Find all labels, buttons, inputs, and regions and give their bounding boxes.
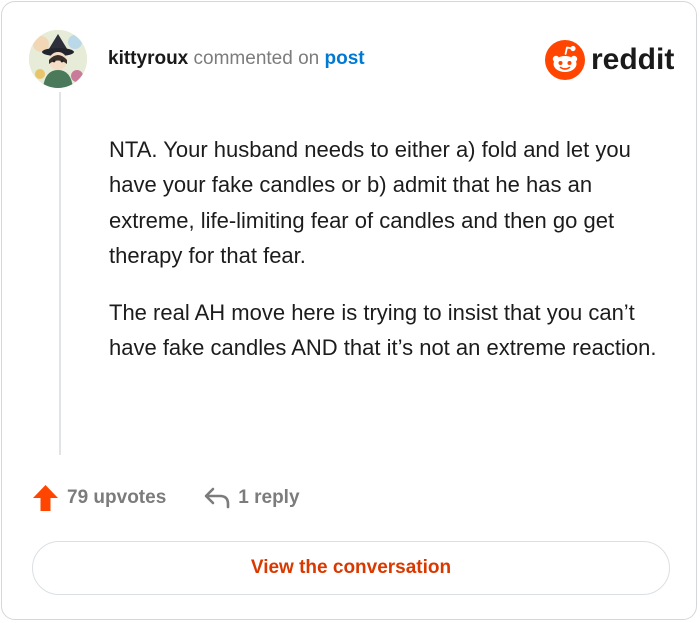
comment-header: kittyroux commented on post (108, 48, 365, 70)
upvote-arrow-icon (33, 485, 58, 511)
comment-actions: 79 upvotes 1 reply (32, 482, 300, 514)
upvote-count: 79 upvotes (67, 487, 167, 508)
comment-body: NTA. Your husband needs to either a) fol… (109, 132, 669, 388)
comment-paragraph-2: The real AH move here is trying to insis… (109, 300, 657, 361)
user-avatar[interactable] (29, 30, 87, 88)
reply-count: 1 reply (238, 487, 300, 508)
reply-arrow-icon (204, 487, 230, 509)
reply-button[interactable]: 1 reply (203, 486, 300, 510)
comment-paragraph-1: NTA. Your husband needs to either a) fol… (109, 137, 631, 268)
reddit-logo[interactable]: reddit (545, 40, 674, 80)
avatar-image (29, 30, 87, 88)
upvote-button[interactable]: 79 upvotes (32, 484, 166, 512)
reddit-alien-icon (545, 40, 585, 80)
view-conversation-button[interactable]: View the conversation (32, 541, 670, 595)
reddit-wordmark: reddit (591, 43, 675, 76)
comment-card: kittyroux commented on post reddit NTA. … (1, 1, 697, 620)
commented-on-text: commented on (193, 48, 320, 69)
post-link[interactable]: post (325, 48, 365, 69)
thread-line (59, 92, 61, 455)
username-link[interactable]: kittyroux (108, 48, 188, 69)
